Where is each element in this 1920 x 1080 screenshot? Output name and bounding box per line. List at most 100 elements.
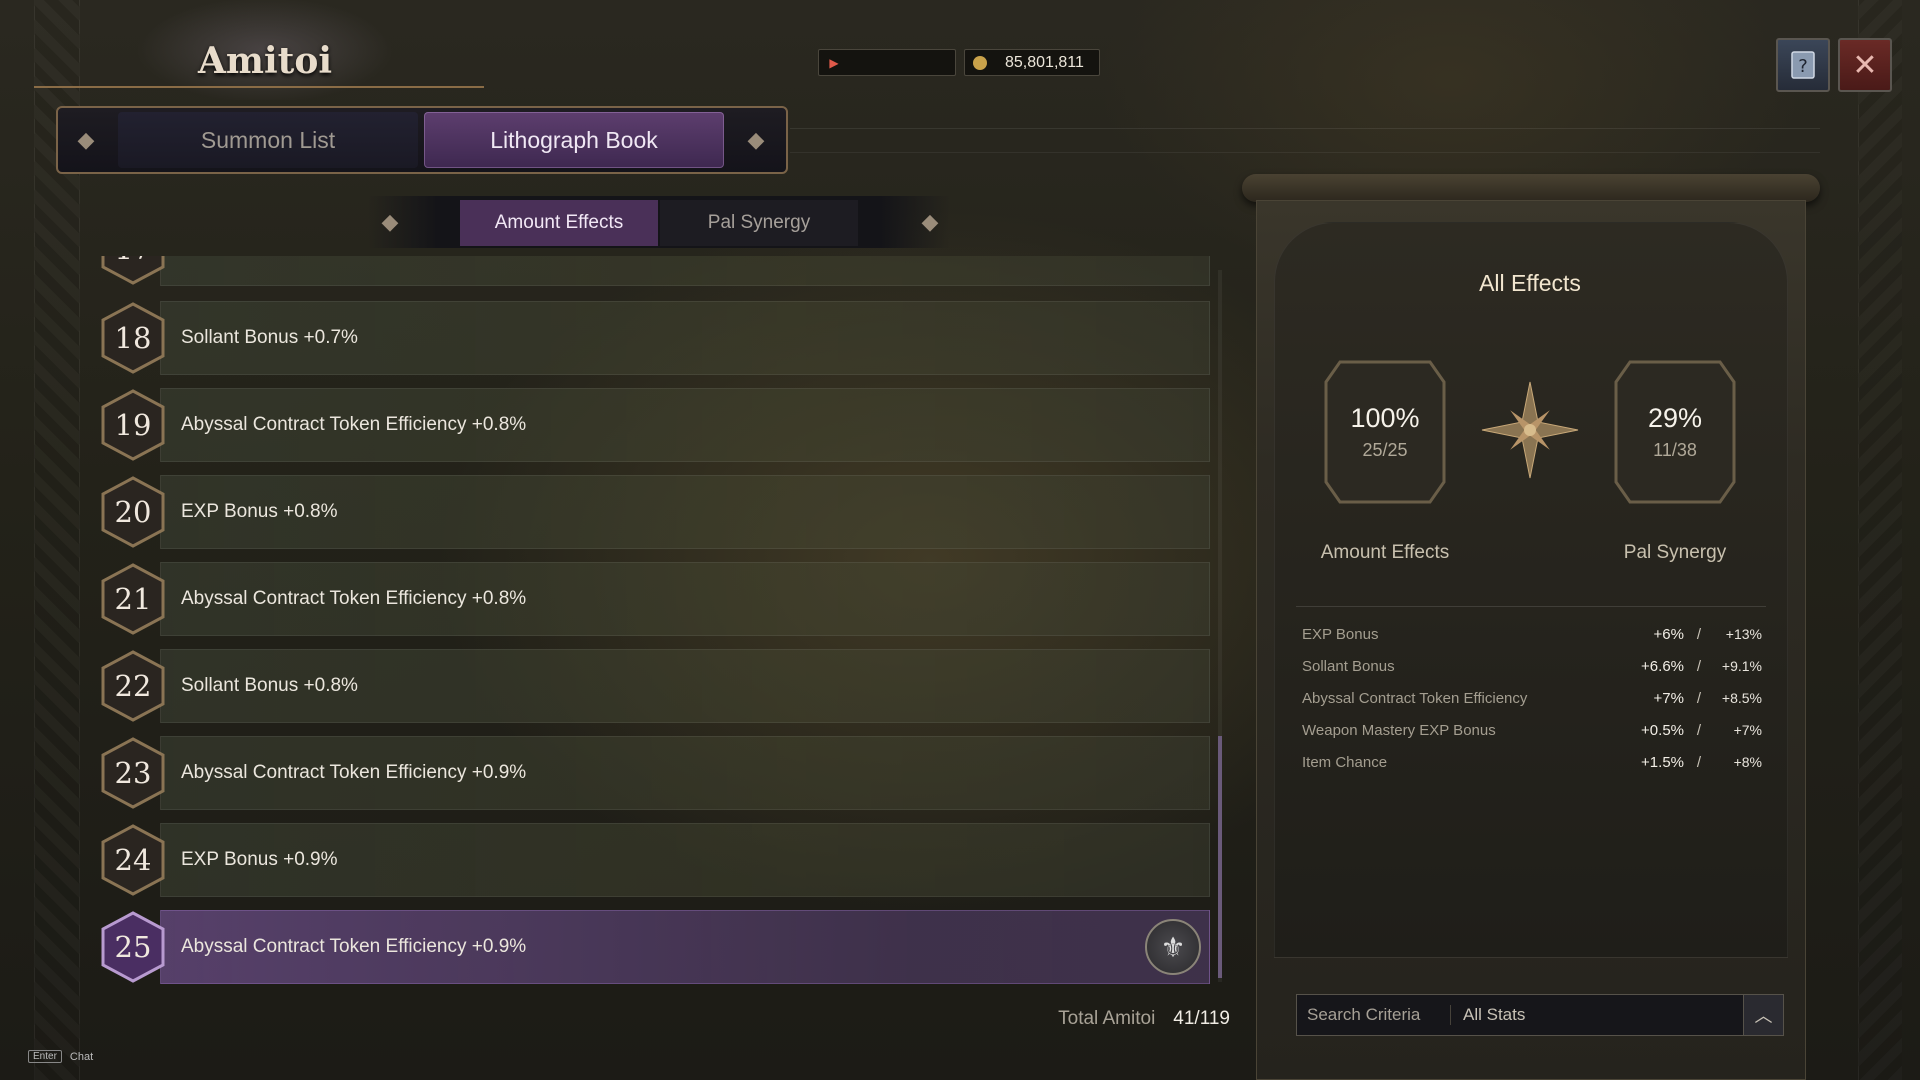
tab-pal-synergy[interactable]: Pal Synergy — [660, 200, 858, 246]
level-number: 21 — [114, 582, 152, 616]
level-number: 24 — [114, 843, 152, 877]
effect-summary-row: Item Chance +1.5% / +8% — [1302, 746, 1762, 778]
effects-list[interactable]: 17 18 Sollant Bonus +0.7% 19 Abyssal Con… — [100, 256, 1212, 988]
subtab-prev-arrow-icon[interactable]: ◆ — [366, 198, 414, 246]
effect-separator: / — [1696, 753, 1702, 771]
list-item[interactable]: 19 Abyssal Contract Token Efficiency +0.… — [101, 388, 1210, 462]
effect-name: Abyssal Contract Token Efficiency — [1302, 689, 1528, 707]
panel-title: All Effects — [1479, 270, 1581, 296]
svg-text:?: ? — [1798, 56, 1808, 77]
tab-lithograph-book[interactable]: Lithograph Book — [424, 112, 724, 168]
effect-text: Sollant Bonus +0.8% — [181, 675, 358, 696]
level-badge: 24 — [101, 824, 165, 896]
amount-effects-label: Amount Effects — [1320, 542, 1450, 563]
effect-text: Sollant Bonus +0.7% — [181, 327, 358, 348]
effect-text: EXP Bonus +0.9% — [181, 849, 338, 870]
tab-summon-list[interactable]: Summon List — [118, 112, 418, 168]
effect-summary-row: Weapon Mastery EXP Bonus +0.5% / +7% — [1302, 714, 1762, 746]
effect-text: Abyssal Contract Token Efficiency +0.8% — [181, 588, 527, 609]
level-badge: 25 — [101, 911, 165, 983]
panel-divider — [1296, 606, 1766, 607]
effect-name: Weapon Mastery EXP Bonus — [1302, 721, 1496, 739]
search-criteria-select[interactable]: All Stats — [1451, 1005, 1743, 1025]
pal-synergy-stat: 29% 11/38 — [1610, 352, 1740, 512]
level-badge: 23 — [101, 737, 165, 809]
level-badge: 20 — [101, 476, 165, 548]
effect-summary-row: Sollant Bonus +6.6% / +9.1% — [1302, 650, 1762, 682]
amount-effects-percent: 100% — [1350, 403, 1420, 433]
effect-text: Abyssal Contract Token Efficiency +0.9% — [181, 762, 527, 783]
effect-synergy: +8.5% — [1721, 690, 1762, 706]
chat-label: Chat — [69, 1050, 94, 1063]
amount-effects-stat: 100% 25/25 — [1320, 352, 1450, 512]
list-item[interactable]: 18 Sollant Bonus +0.7% — [101, 301, 1210, 375]
level-number: 23 — [114, 756, 152, 790]
effect-text: EXP Bonus +0.8% — [181, 501, 338, 522]
effect-amount: +6% — [1653, 625, 1684, 643]
total-label: Total Amitoi — [1058, 1008, 1156, 1029]
effect-amount: +0.5% — [1641, 721, 1684, 739]
pal-synergy-percent: 29% — [1647, 403, 1703, 433]
tab-next-arrow-icon[interactable]: ◆ — [732, 116, 780, 164]
ticket-currency: ▶ — [818, 49, 956, 76]
total-amitoi: Total Amitoi 41/119 — [1010, 1008, 1230, 1030]
list-item-selected[interactable]: 25 Abyssal Contract Token Efficiency +0.… — [101, 910, 1210, 984]
list-item[interactable]: 22 Sollant Bonus +0.8% — [101, 649, 1210, 723]
effect-separator: / — [1696, 657, 1702, 675]
total-value: 41/119 — [1173, 1008, 1230, 1029]
close-x-icon[interactable]: ✕ — [1838, 38, 1892, 92]
all-effects-panel-inner — [1274, 222, 1788, 958]
level-badge: 18 — [101, 302, 165, 374]
effect-synergy: +13% — [1725, 626, 1762, 642]
effect-text: Abyssal Contract Token Efficiency +0.9% — [181, 936, 527, 957]
effect-synergy: +7% — [1733, 722, 1762, 738]
level-number: 22 — [114, 669, 152, 703]
effect-name: Sollant Bonus — [1302, 657, 1395, 675]
list-item[interactable]: 21 Abyssal Contract Token Efficiency +0.… — [101, 562, 1210, 636]
list-item[interactable]: 23 Abyssal Contract Token Efficiency +0.… — [101, 736, 1210, 810]
chevron-up-icon[interactable]: ︿ — [1743, 995, 1783, 1035]
effect-amount: +7% — [1653, 689, 1684, 707]
pal-synergy-label: Pal Synergy — [1623, 542, 1727, 563]
tab-amount-effects[interactable]: Amount Effects — [460, 200, 658, 246]
amount-effects-fraction: 25/25 — [1362, 440, 1408, 460]
level-number: 19 — [114, 408, 152, 442]
chat-hint[interactable]: Enter Chat — [28, 1050, 93, 1063]
effect-summary-row: Abyssal Contract Token Efficiency +7% / … — [1302, 682, 1762, 714]
gold-value: 85,801,811 — [1005, 53, 1084, 71]
effect-synergy: +9.1% — [1721, 658, 1762, 674]
effect-separator: / — [1696, 689, 1702, 707]
gold-coin-icon — [973, 55, 987, 70]
header-divider — [790, 128, 1820, 129]
level-number: 18 — [114, 321, 152, 355]
list-item[interactable]: 20 EXP Bonus +0.8% — [101, 475, 1210, 549]
help-book-icon[interactable]: ? — [1776, 38, 1830, 92]
search-criteria-bar: Search Criteria All Stats ︿ — [1296, 994, 1784, 1036]
search-criteria-label: Search Criteria — [1297, 1005, 1451, 1025]
level-badge: 19 — [101, 389, 165, 461]
level-number: 17 — [115, 256, 152, 266]
tab-prev-arrow-icon[interactable]: ◆ — [62, 116, 110, 164]
ticket-icon: ▶ — [829, 55, 839, 70]
effect-amount: +6.6% — [1641, 657, 1684, 675]
gold-currency: 85,801,811 — [964, 49, 1100, 76]
enter-key-icon: Enter — [28, 1050, 62, 1063]
effect-amount: +1.5% — [1641, 753, 1684, 771]
fleur-de-lis-icon[interactable]: ⚜ — [1145, 919, 1201, 975]
effect-separator: / — [1696, 721, 1702, 739]
page-title: Amitoi — [197, 40, 332, 82]
effect-name: EXP Bonus — [1302, 625, 1379, 643]
scroll-roller-decoration — [1242, 174, 1820, 202]
level-number: 20 — [114, 495, 152, 529]
level-badge: 22 — [101, 650, 165, 722]
list-item[interactable]: 17 — [101, 256, 1210, 286]
subtab-next-arrow-icon[interactable]: ◆ — [906, 198, 954, 246]
level-number: 25 — [114, 930, 152, 964]
level-badge: 21 — [101, 563, 165, 635]
pal-synergy-fraction: 11/38 — [1653, 440, 1697, 460]
header-divider — [790, 152, 1820, 153]
list-item[interactable]: 24 EXP Bonus +0.9% — [101, 823, 1210, 897]
effect-text: Abyssal Contract Token Efficiency +0.8% — [181, 414, 527, 435]
list-scroll-thumb[interactable] — [1218, 736, 1222, 978]
right-border-decoration — [1858, 0, 1902, 1080]
